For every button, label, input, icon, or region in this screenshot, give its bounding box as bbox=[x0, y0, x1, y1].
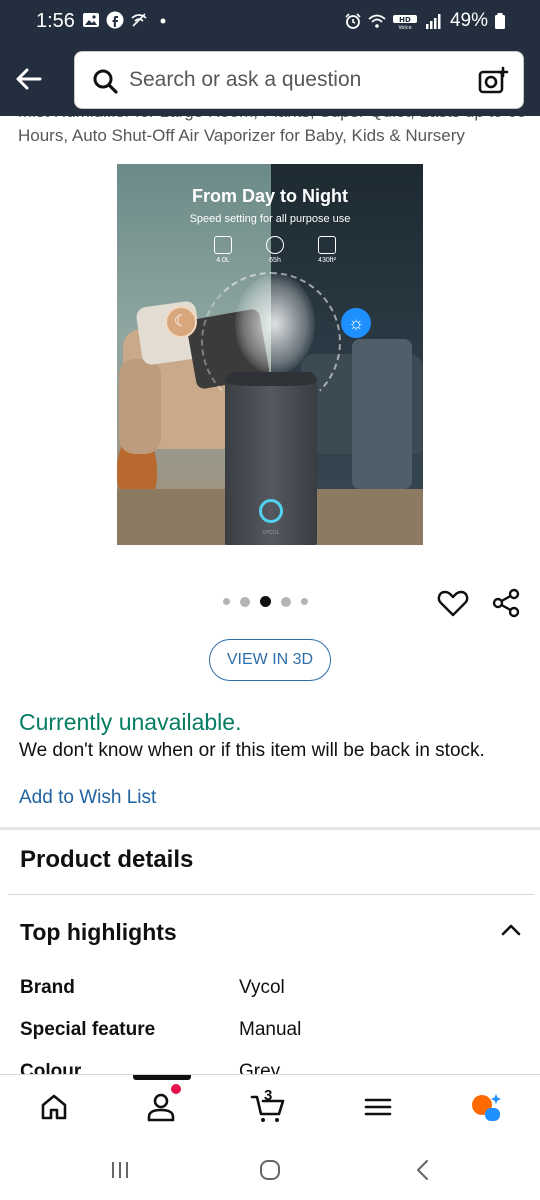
spec-row: Brand Vycol bbox=[20, 977, 520, 1007]
notification-dot bbox=[171, 1084, 181, 1094]
signal-icon bbox=[425, 14, 441, 29]
spec-key: Brand bbox=[20, 977, 75, 998]
top-highlights-heading[interactable]: Top highlights bbox=[20, 919, 177, 946]
spec-row: Colour Grey bbox=[20, 1061, 520, 1074]
status-time: 1:56 bbox=[36, 10, 75, 32]
svg-text:HD: HD bbox=[399, 16, 411, 24]
product-details-heading: Product details bbox=[20, 846, 194, 873]
spec-key: Special feature bbox=[20, 1019, 156, 1040]
home-button-icon[interactable] bbox=[258, 1158, 282, 1182]
image-mist bbox=[235, 274, 315, 374]
search-icon bbox=[93, 69, 118, 94]
search-input[interactable] bbox=[129, 52, 469, 108]
account-icon[interactable] bbox=[143, 1089, 179, 1125]
status-bar: 1:56 HD Voice 49% bbox=[0, 0, 540, 44]
image-subheadline: Speed setting for all purpose use bbox=[189, 213, 351, 225]
image-headline: From Day to Night bbox=[192, 186, 348, 206]
share-icon[interactable] bbox=[492, 588, 520, 618]
carousel-dot[interactable] bbox=[301, 598, 308, 605]
recent-apps-icon[interactable] bbox=[108, 1158, 132, 1182]
product-image[interactable]: ☾ ☼ From Day to Night Speed setting for … bbox=[117, 164, 423, 545]
product-title: Mist Humidifier for Large Room, Plants, … bbox=[18, 116, 526, 145]
section-divider bbox=[8, 894, 534, 895]
image-stats: 4.0L 65h 430ft² bbox=[205, 236, 345, 264]
spec-value: Grey bbox=[239, 1061, 281, 1074]
view-in-3d-button[interactable]: VIEW IN 3D bbox=[209, 639, 331, 681]
image-blanket bbox=[352, 339, 412, 489]
stat-runtime: 65h bbox=[257, 236, 293, 264]
image-humidifier-light bbox=[259, 499, 283, 523]
image-brand-mark: VYCOL bbox=[262, 530, 280, 536]
carousel-dot-active[interactable] bbox=[260, 596, 271, 607]
sun-icon: ☼ bbox=[341, 308, 371, 338]
carousel-dot[interactable] bbox=[240, 596, 250, 607]
wishlist-heart-icon[interactable] bbox=[437, 588, 469, 618]
availability-status: Currently unavailable. bbox=[19, 709, 242, 735]
image-couch-arm bbox=[119, 359, 161, 454]
spec-value: Vycol bbox=[239, 977, 285, 998]
back-button-icon[interactable] bbox=[411, 1158, 435, 1182]
status-right: HD Voice 49% bbox=[344, 10, 506, 32]
carousel-dot[interactable] bbox=[223, 598, 230, 605]
image-humidifier-top bbox=[225, 372, 317, 386]
stock-message: We don't know when or if this item will … bbox=[19, 740, 485, 761]
dot-icon bbox=[160, 18, 166, 24]
stat-capacity-label: 4.0L bbox=[216, 257, 230, 264]
cart-count: 3 bbox=[264, 1087, 273, 1104]
product-title-area: Mist Humidifier for Large Room, Plants, … bbox=[0, 116, 540, 156]
stat-capacity: 4.0L bbox=[205, 236, 241, 264]
stat-coverage: 430ft² bbox=[309, 236, 345, 264]
wifi-off-icon bbox=[131, 13, 147, 27]
carousel-indicator bbox=[223, 596, 308, 607]
house-icon bbox=[318, 236, 336, 254]
facebook-icon bbox=[106, 11, 124, 29]
battery-percent: 49% bbox=[449, 10, 488, 31]
app-header bbox=[0, 44, 540, 116]
search-bar[interactable] bbox=[74, 51, 524, 109]
moon-icon: ☾ bbox=[165, 306, 197, 338]
bottom-nav: 3 bbox=[0, 1074, 540, 1138]
camera-search-icon[interactable] bbox=[477, 65, 509, 97]
rufus-icon[interactable] bbox=[468, 1089, 504, 1125]
battery-icon bbox=[495, 13, 505, 29]
spec-value: Manual bbox=[239, 1019, 302, 1040]
carousel-dot[interactable] bbox=[281, 596, 291, 607]
add-to-wishlist-link[interactable]: Add to Wish List bbox=[19, 787, 156, 809]
status-left-icons bbox=[82, 11, 172, 29]
stat-runtime-label: 65h bbox=[269, 257, 281, 264]
svg-text:Voice: Voice bbox=[398, 25, 411, 30]
android-nav-bar bbox=[0, 1138, 540, 1200]
nav-active-indicator bbox=[133, 1075, 191, 1080]
wifi-icon bbox=[368, 14, 386, 28]
timer-icon bbox=[266, 236, 284, 254]
spec-row-clipped: Colour Grey bbox=[0, 1060, 540, 1074]
spec-key: Colour bbox=[20, 1061, 82, 1074]
hd-voice-icon: HDVoice bbox=[392, 15, 417, 30]
alarm-icon bbox=[345, 13, 361, 29]
gallery-icon bbox=[83, 13, 99, 27]
stat-coverage-label: 430ft² bbox=[318, 257, 336, 264]
menu-icon[interactable] bbox=[360, 1089, 396, 1125]
chevron-up-icon[interactable] bbox=[498, 918, 524, 942]
spec-row: Special feature Manual bbox=[20, 1019, 520, 1049]
home-icon[interactable] bbox=[36, 1089, 72, 1125]
back-arrow-icon[interactable] bbox=[12, 62, 46, 96]
section-divider bbox=[0, 827, 540, 830]
tank-icon bbox=[214, 236, 232, 254]
